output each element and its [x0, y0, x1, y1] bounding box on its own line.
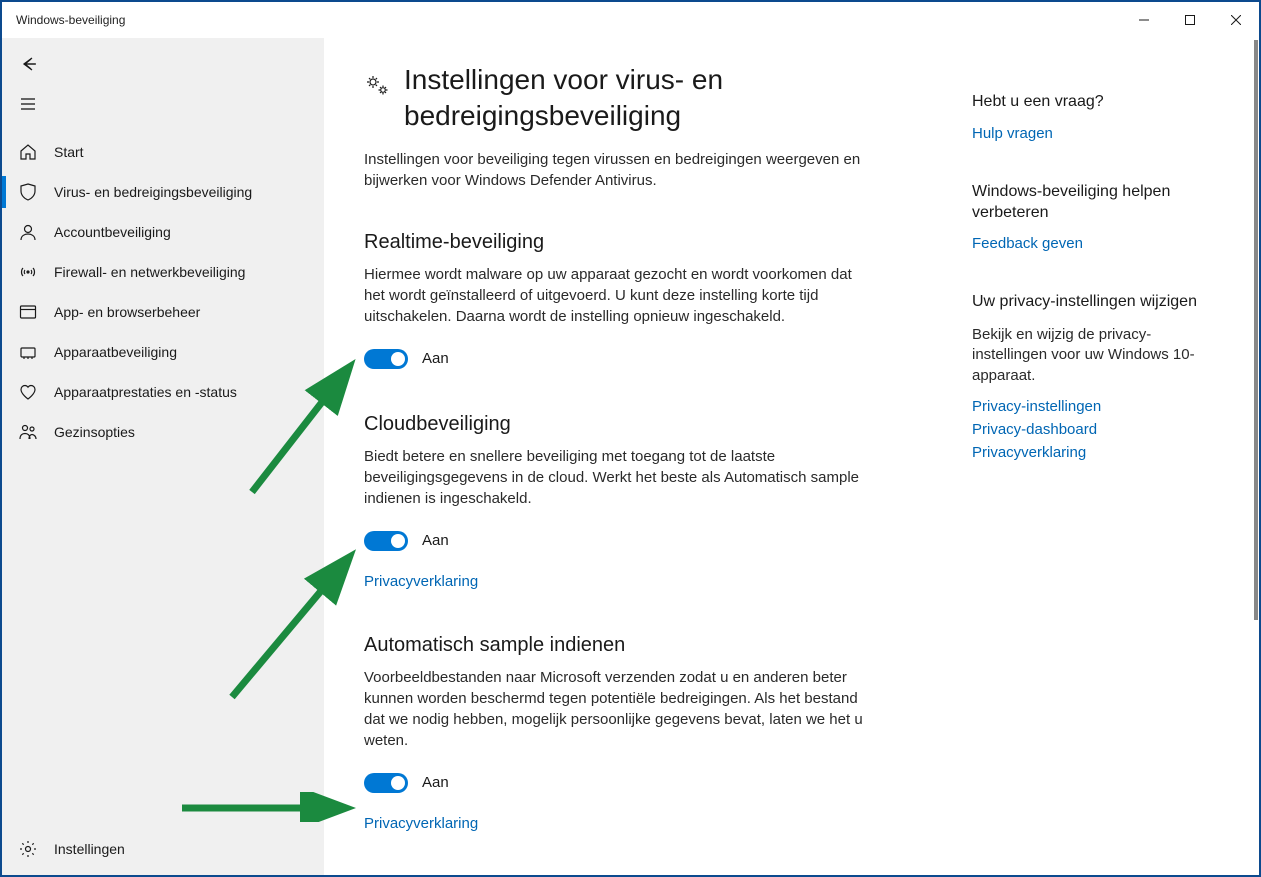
- section-title: Automatisch sample indienen: [364, 634, 864, 657]
- section-description: Hiermee wordt malware op uw apparaat gez…: [364, 264, 864, 327]
- titlebar: Windows-beveiliging: [2, 2, 1259, 38]
- rail-description: Bekijk en wijzig de privacy-instellingen…: [972, 325, 1214, 386]
- nav-label: Accountbeveiliging: [54, 224, 171, 240]
- scrollbar[interactable]: [1253, 38, 1259, 875]
- section-title: Realtime-beveiliging: [364, 231, 864, 254]
- nav-label: App- en browserbeheer: [54, 304, 200, 320]
- page-title: Instellingen voor virus- en bedreigingsb…: [404, 62, 904, 135]
- page-description: Instellingen voor beveiliging tegen viru…: [364, 149, 864, 191]
- app-layout: Start Virus- en bedreigingsbeveiliging A…: [2, 38, 1259, 875]
- toggle-state: Aan: [422, 774, 449, 791]
- chip-icon: [18, 342, 38, 362]
- maximize-button[interactable]: [1167, 2, 1213, 38]
- nav-list: Start Virus- en bedreigingsbeveiliging A…: [2, 132, 324, 829]
- heart-icon: [18, 382, 38, 402]
- help-link[interactable]: Hulp vragen: [972, 125, 1214, 142]
- family-icon: [18, 422, 38, 442]
- toggle-row: Aan: [364, 531, 864, 551]
- sample-toggle[interactable]: [364, 773, 408, 793]
- nav-label: Gezinsopties: [54, 424, 135, 440]
- nav-label: Instellingen: [54, 841, 125, 857]
- hamburger-button[interactable]: [6, 84, 50, 124]
- realtime-toggle[interactable]: [364, 349, 408, 369]
- nav-label: Apparaatprestaties en -status: [54, 384, 237, 400]
- nav-label: Apparaatbeveiliging: [54, 344, 177, 360]
- nav-item-app[interactable]: App- en browserbeheer: [2, 292, 324, 332]
- gears-icon: [364, 72, 390, 98]
- minimize-button[interactable]: [1121, 2, 1167, 38]
- close-button[interactable]: [1213, 2, 1259, 38]
- rail-title: Uw privacy-instellingen wijzigen: [972, 292, 1214, 313]
- nav-item-start[interactable]: Start: [2, 132, 324, 172]
- rail-improve: Windows-beveiliging helpen verbeteren Fe…: [972, 182, 1214, 253]
- home-icon: [18, 142, 38, 162]
- privacy-link[interactable]: Privacyverklaring: [364, 815, 478, 832]
- nav-label: Virus- en bedreigingsbeveiliging: [54, 184, 252, 200]
- antenna-icon: [18, 262, 38, 282]
- back-button[interactable]: [6, 44, 50, 84]
- privacy-statement-link[interactable]: Privacyverklaring: [972, 444, 1214, 461]
- window-controls: [1121, 2, 1259, 38]
- toggle-state: Aan: [422, 350, 449, 367]
- toggle-row: Aan: [364, 349, 864, 369]
- nav-item-firewall[interactable]: Firewall- en netwerkbeveiliging: [2, 252, 324, 292]
- section-cloud: Cloudbeveiliging Biedt betere en sneller…: [364, 413, 864, 590]
- toggle-state: Aan: [422, 532, 449, 549]
- rail-help: Hebt u een vraag? Hulp vragen: [972, 92, 1214, 142]
- privacy-link[interactable]: Privacyverklaring: [364, 573, 478, 590]
- cloud-toggle[interactable]: [364, 531, 408, 551]
- rail-title: Hebt u een vraag?: [972, 92, 1214, 113]
- privacy-dashboard-link[interactable]: Privacy-dashboard: [972, 421, 1214, 438]
- nav-label: Start: [54, 144, 84, 160]
- nav-item-family[interactable]: Gezinsopties: [2, 412, 324, 452]
- right-rail: Hebt u een vraag? Hulp vragen Windows-be…: [964, 38, 1234, 875]
- nav-item-health[interactable]: Apparaatprestaties en -status: [2, 372, 324, 412]
- nav-item-virus[interactable]: Virus- en bedreigingsbeveiliging: [2, 172, 324, 212]
- rail-title: Windows-beveiliging helpen verbeteren: [972, 182, 1214, 224]
- section-sample: Automatisch sample indienen Voorbeeldbes…: [364, 634, 864, 832]
- shield-icon: [18, 182, 38, 202]
- toggle-row: Aan: [364, 773, 864, 793]
- sidebar-footer: Instellingen: [2, 829, 324, 875]
- main-content: Instellingen voor virus- en bedreigingsb…: [324, 38, 1259, 875]
- section-realtime: Realtime-beveiliging Hiermee wordt malwa…: [364, 231, 864, 369]
- nav-item-account[interactable]: Accountbeveiliging: [2, 212, 324, 252]
- nav-label: Firewall- en netwerkbeveiliging: [54, 264, 245, 280]
- window-title: Windows-beveiliging: [16, 13, 125, 27]
- person-icon: [18, 222, 38, 242]
- feedback-link[interactable]: Feedback geven: [972, 235, 1214, 252]
- section-title: Cloudbeveiliging: [364, 413, 864, 436]
- content-column: Instellingen voor virus- en bedreigingsb…: [324, 38, 964, 875]
- browser-icon: [18, 302, 38, 322]
- rail-privacy: Uw privacy-instellingen wijzigen Bekijk …: [972, 292, 1214, 461]
- gear-icon: [18, 839, 38, 859]
- sidebar: Start Virus- en bedreigingsbeveiliging A…: [2, 38, 324, 875]
- nav-item-settings[interactable]: Instellingen: [2, 829, 324, 869]
- scrollbar-thumb[interactable]: [1254, 40, 1258, 620]
- section-description: Voorbeeldbestanden naar Microsoft verzen…: [364, 667, 864, 751]
- privacy-settings-link[interactable]: Privacy-instellingen: [972, 398, 1214, 415]
- section-description: Biedt betere en snellere beveiliging met…: [364, 446, 864, 509]
- nav-item-device[interactable]: Apparaatbeveiliging: [2, 332, 324, 372]
- page-header: Instellingen voor virus- en bedreigingsb…: [364, 62, 924, 135]
